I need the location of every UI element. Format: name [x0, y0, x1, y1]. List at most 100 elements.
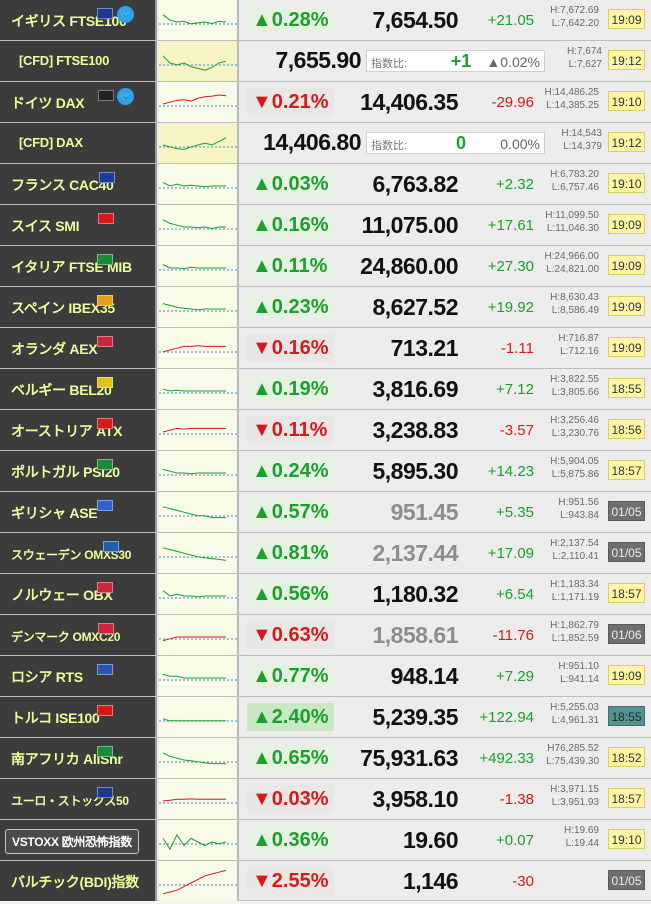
sparkline-chart[interactable] [159, 328, 239, 368]
market-row[interactable]: フランス CAC40 ▲0.03% 6,763.82 +2.32 H:6,783.20 L… [0, 164, 651, 205]
update-time-badge: 18:57 [608, 460, 645, 480]
market-row[interactable]: バルチック(BDI)指数 ▼2.55% 1,146 -30 01/05 [0, 861, 651, 901]
sparkline-chart[interactable] [159, 164, 239, 204]
index-name-cell[interactable]: VSTOXX 欧州恐怖指数 [0, 820, 157, 860]
index-price: 7,654.50 [372, 7, 458, 33]
market-row[interactable]: スウェーデン OMXS30 ▲0.81% 2,137.44 +17.09 H:2,137… [0, 533, 651, 574]
update-time-badge: 19:09 [608, 9, 645, 29]
index-name-cell[interactable]: ドイツ DAX 🐦 [0, 82, 157, 122]
sparkline-chart[interactable] [159, 574, 239, 614]
market-row[interactable]: スペイン IBEX35 ▲0.23% 8,627.52 +19.92 H:8,630.4… [0, 287, 651, 328]
sparkline-chart[interactable] [159, 533, 239, 573]
high-low: H:14,486.25 L:14,385.25 [543, 86, 600, 112]
index-name-cell[interactable]: ユーロ・ストックス50 [0, 779, 157, 819]
day-high: H:2,137.54 [550, 538, 599, 549]
market-row[interactable]: デンマーク OMXC20 ▼0.63% 1,858.61 -11.76 H:1,862.… [0, 615, 651, 656]
sparkline-chart[interactable] [159, 861, 239, 901]
high-low: H:2,137.54 L:2,110.41 [543, 537, 599, 563]
index-name-cell[interactable]: オーストリア ATX [0, 410, 157, 450]
index-name-cell[interactable]: デンマーク OMXC20 [0, 615, 157, 655]
index-name: オランダ AEX [11, 341, 98, 357]
day-low: L:1,171.19 [551, 592, 599, 603]
high-low: H:6,783.20 L:6,757.46 [543, 168, 599, 194]
change-percent: ▲0.11% [247, 252, 334, 280]
sparkline-chart[interactable] [159, 738, 239, 778]
market-row[interactable]: ノルウェー OBX ▲0.56% 1,180.32 +6.54 H:1,183.34 L:… [0, 574, 651, 615]
index-name-cell[interactable]: ノルウェー OBX [0, 574, 157, 614]
sparkline-svg [159, 468, 237, 476]
market-row[interactable]: ユーロ・ストックス50 ▼0.03% 3,958.10 -1.38 H:3,971.15… [0, 779, 651, 820]
index-name-cell[interactable]: イタリア FTSE MIB [0, 246, 157, 286]
sparkline-chart[interactable] [159, 369, 239, 409]
sparkline-chart[interactable] [159, 697, 239, 737]
index-name-cell[interactable]: イギリス FTSE100 🐦 [0, 0, 157, 40]
sparkline-chart[interactable] [159, 123, 239, 163]
market-row[interactable]: トルコ ISE100 ▲2.40% 5,239.35 +122.94 H:5,255.0… [0, 697, 651, 738]
index-name-cell[interactable]: スペイン IBEX35 [0, 287, 157, 327]
market-row[interactable]: VSTOXX 欧州恐怖指数 ▲0.36% 19.60 +0.07 H:19.69 L:19… [0, 820, 651, 861]
update-time-badge: 19:09 [608, 665, 645, 685]
twitter-icon[interactable]: 🐦 [117, 88, 134, 105]
index-price: 1,180.32 [372, 581, 458, 607]
sparkline-chart[interactable] [159, 615, 239, 655]
sparkline-line [162, 468, 226, 475]
sparkline-chart[interactable] [159, 246, 239, 286]
index-name-cell[interactable]: [CFD] DAX [0, 123, 157, 163]
market-row[interactable]: イタリア FTSE MIB ▲0.11% 24,860.00 +27.30 H:24,9… [0, 246, 651, 287]
index-name-cell[interactable]: フランス CAC40 [0, 164, 157, 204]
cfd-diff-value: 0 [455, 133, 466, 153]
vstoxx-button[interactable]: VSTOXX 欧州恐怖指数 [5, 829, 139, 854]
market-row[interactable]: [CFD] FTSE100 7,655.90 指数比: +1 ▲0.02% H:7,674… [0, 41, 651, 82]
sparkline-chart[interactable] [159, 492, 239, 532]
market-row[interactable]: 南アフリカ AllShr ▲0.65% 75,931.63 +492.33 H76,28… [0, 738, 651, 779]
index-name-cell[interactable]: ロシア RTS [0, 656, 157, 696]
sparkline-svg [159, 506, 237, 519]
market-row[interactable]: ベルギー BEL20 ▲0.19% 3,816.69 +7.12 H:3,822.55 L… [0, 369, 651, 410]
change-percent: ▲0.19% [247, 375, 334, 403]
market-row[interactable]: オランダ AEX ▼0.16% 713.21 -1.11 H:716.87 L:712.1… [0, 328, 651, 369]
twitter-icon[interactable]: 🐦 [117, 6, 134, 23]
change-value: +17.09 [487, 545, 534, 562]
country-flag-icon [97, 582, 113, 593]
market-row[interactable]: オーストリア ATX ▼0.11% 3,238.83 -3.57 H:3,256.46 L… [0, 410, 651, 451]
change-percent: ▲0.24% [247, 457, 334, 485]
index-name-cell[interactable]: ポルトガル PSI20 [0, 451, 157, 491]
sparkline-chart[interactable] [159, 287, 239, 327]
sparkline-chart[interactable] [159, 82, 239, 122]
country-flag-icon [97, 377, 113, 388]
sparkline-chart[interactable] [159, 451, 239, 491]
change-value: +21.05 [487, 12, 534, 29]
market-row[interactable]: ギリシャ ASE ▲0.57% 951.45 +5.35 H:951.56 L:943.8… [0, 492, 651, 533]
sparkline-chart[interactable] [159, 820, 239, 860]
sparkline-chart[interactable] [159, 656, 239, 696]
index-name-cell[interactable]: スイス SMI [0, 205, 157, 245]
market-row[interactable]: ドイツ DAX 🐦 ▼0.21% 14,406.35 -29.96 H:14,486.25… [0, 82, 651, 123]
sparkline-svg [159, 718, 237, 722]
market-row[interactable]: イギリス FTSE100 🐦 ▲0.28% 7,654.50 +21.05 H:7,672… [0, 0, 651, 41]
index-name-cell[interactable]: トルコ ISE100 [0, 697, 157, 737]
index-name-cell[interactable]: 南アフリカ AllShr [0, 738, 157, 778]
market-row[interactable]: スイス SMI ▲0.16% 11,075.00 +17.61 H:11,099.50 L… [0, 205, 651, 246]
index-name-cell[interactable]: スウェーデン OMXS30 [0, 533, 157, 573]
sparkline-chart[interactable] [159, 205, 239, 245]
market-row[interactable]: [CFD] DAX 14,406.80 指数比: 0 0.00% H:14,543 L:14… [0, 123, 651, 164]
sparkline-chart[interactable] [159, 41, 239, 81]
high-low: H:7,672.69 L:7,642.20 [543, 4, 599, 30]
change-percent: ▲0.77% [247, 662, 334, 690]
index-name-cell[interactable]: バルチック(BDI)指数 [0, 861, 157, 901]
index-name-cell[interactable]: ギリシャ ASE [0, 492, 157, 532]
market-row[interactable]: ロシア RTS ▲0.77% 948.14 +7.29 H:951.10 L:941.14… [0, 656, 651, 697]
sparkline-chart[interactable] [159, 779, 239, 819]
day-high: H:951.10 [558, 661, 599, 672]
change-percent: ▲2.40% [247, 703, 334, 731]
sparkline-chart[interactable] [159, 0, 239, 40]
sparkline-chart[interactable] [159, 410, 239, 450]
change-percent: ▲0.36% [247, 826, 334, 854]
index-name-cell[interactable]: オランダ AEX [0, 328, 157, 368]
country-flag-icon [97, 8, 113, 19]
day-high: H:951.56 [558, 497, 599, 508]
day-low: L:19.44 [565, 838, 599, 849]
index-name-cell[interactable]: ベルギー BEL20 [0, 369, 157, 409]
market-row[interactable]: ポルトガル PSI20 ▲0.24% 5,895.30 +14.23 H:5,904.0… [0, 451, 651, 492]
index-name-cell[interactable]: [CFD] FTSE100 [0, 41, 157, 81]
